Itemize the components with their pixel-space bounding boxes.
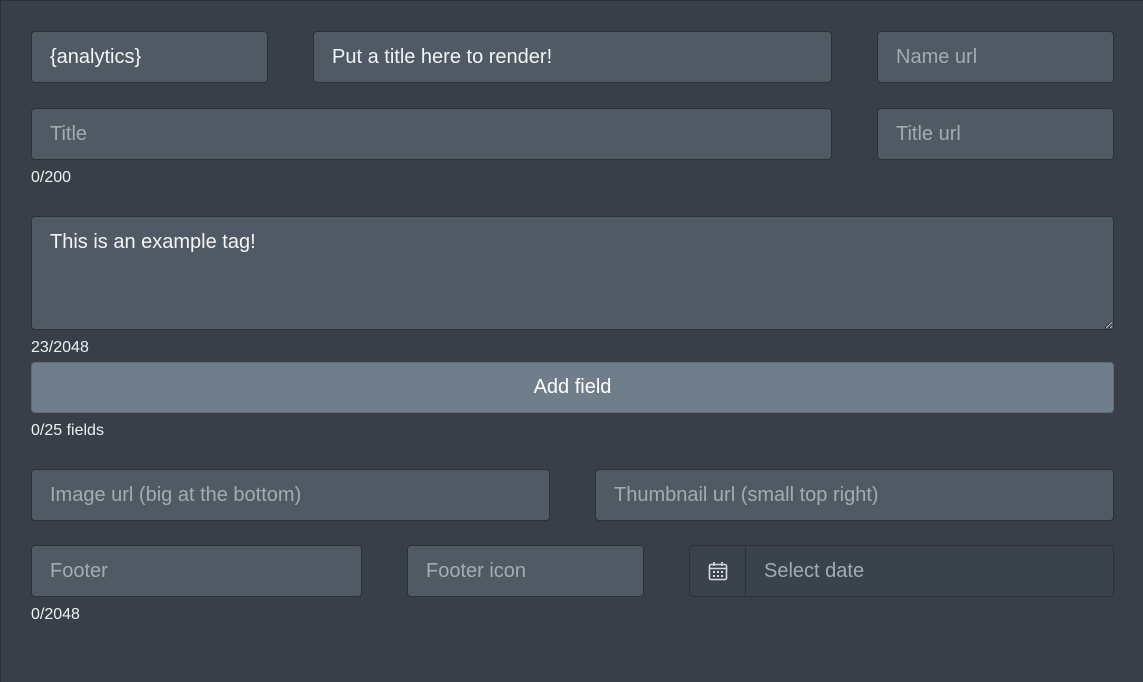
author-name-input[interactable] [31, 31, 268, 83]
thumbnail-url-input[interactable] [595, 469, 1114, 521]
add-field-button[interactable]: Add field [31, 362, 1114, 413]
date-picker [689, 545, 1114, 597]
embed-builder-form: 0/200 This is an example tag! 23/2048 Ad… [0, 0, 1143, 682]
calendar-button[interactable] [690, 546, 746, 596]
image-url-input[interactable] [31, 469, 550, 521]
header-title-input[interactable] [313, 31, 832, 83]
name-url-input[interactable] [877, 31, 1114, 83]
footer-icon-input[interactable] [407, 545, 644, 597]
footer-text-input[interactable] [31, 545, 362, 597]
description-char-counter: 23/2048 [31, 339, 89, 356]
description-textarea[interactable]: This is an example tag! [31, 216, 1114, 330]
title-url-input[interactable] [877, 108, 1114, 160]
title-char-counter: 0/200 [31, 169, 72, 186]
title-input[interactable] [31, 108, 832, 160]
fields-counter: 0/25 fields [31, 422, 104, 439]
calendar-icon [707, 560, 729, 582]
date-input[interactable] [746, 546, 1113, 596]
footer-char-counter: 0/2048 [31, 606, 80, 623]
